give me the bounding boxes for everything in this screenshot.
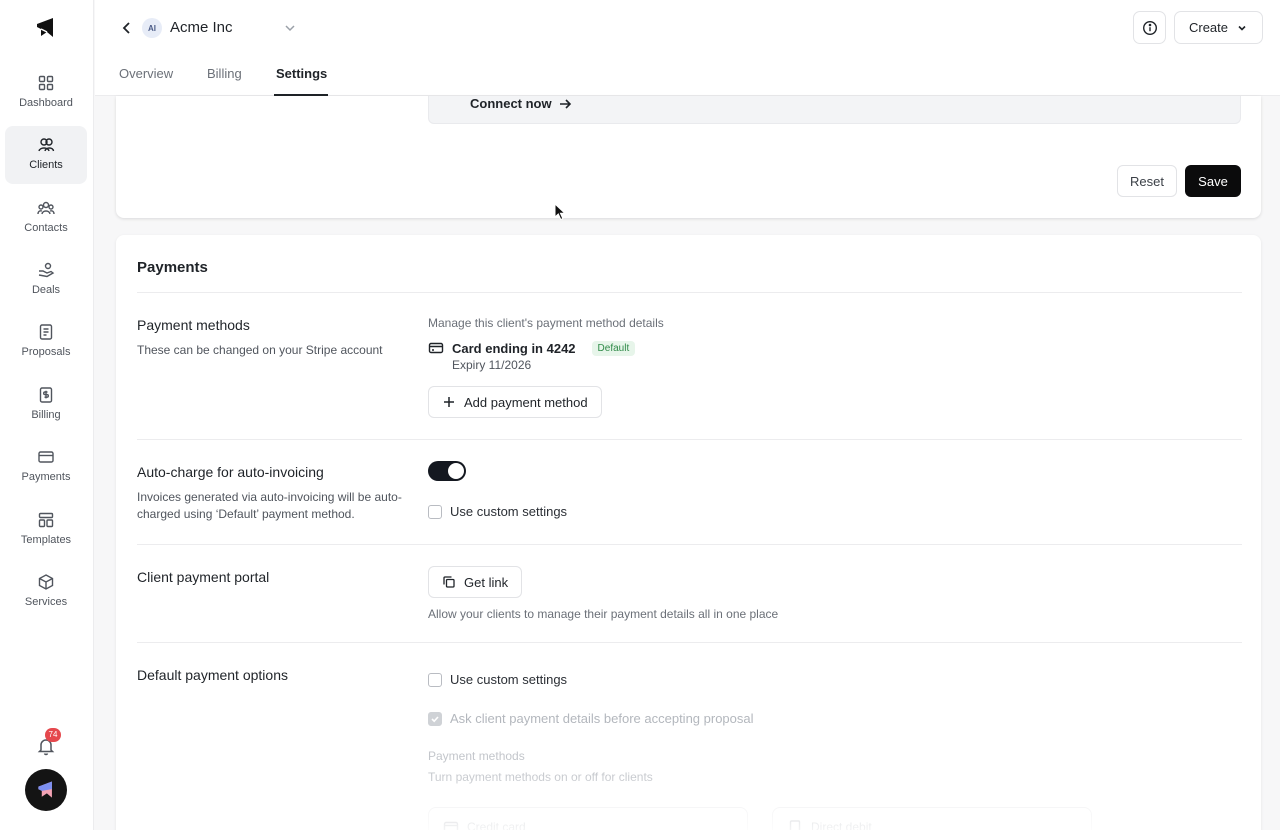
get-link-label: Get link [464,574,509,590]
sidebar-item-contacts[interactable]: Contacts [5,189,87,247]
ask-payment-details-option: Ask client payment details before accept… [428,711,754,726]
create-button-label: Create [1188,20,1229,35]
checkbox[interactable] [428,504,442,519]
connect-now-label: Connect now [470,96,552,111]
sidebar-item-payments[interactable]: Payments [5,438,87,496]
toggle-knob [448,463,464,479]
copy-icon [443,576,455,588]
templates-icon [38,512,54,528]
chevron-down-icon[interactable] [282,20,298,36]
payments-card: Payments Payment methods These can be ch… [116,235,1261,830]
autocharge-toggle[interactable] [428,461,466,481]
autocharge-custom-settings[interactable]: Use custom settings [428,504,567,519]
add-payment-method-label: Add payment method [464,394,588,410]
top-header: AI Acme Inc Create Overview Billing Sett… [95,0,1280,96]
sidebar-item-label: Clients [29,159,63,171]
deals-icon [38,262,55,278]
default-payment-options-label: Default payment options [137,667,288,683]
services-icon [38,574,54,590]
payment-methods-hint: Manage this client's payment method deta… [428,316,664,330]
sidebar-item-label: Templates [20,534,72,546]
checkbox-label: Ask client payment details before accept… [450,711,754,726]
create-button[interactable]: Create [1174,11,1263,44]
sidebar-item-templates[interactable]: Templates [5,501,87,559]
divider [137,439,1242,440]
user-avatar[interactable] [25,769,67,811]
sidebar-item-label: Payments [21,471,71,483]
plus-icon [444,397,454,407]
check-icon [431,715,439,722]
get-link-button[interactable]: Get link [428,566,523,598]
user-avatar-logo-icon [38,781,52,798]
tab-settings[interactable]: Settings [276,66,327,81]
credit-card-option[interactable]: Credit card [428,807,748,830]
autocharge-description: Invoices generated via auto-invoicing wi… [137,490,402,521]
checkbox-label: Use custom settings [450,672,568,687]
sidebar: Dashboard Clients Contacts Deals Proposa… [0,0,94,830]
sidebar-item-clients[interactable]: Clients [5,126,87,184]
connect-box: Connect now [428,96,1241,124]
divider [137,292,1242,293]
checkbox[interactable] [428,672,442,687]
bank-icon [789,820,801,830]
option-label: Credit card [467,820,526,830]
sidebar-item-label: Billing [31,409,61,421]
sidebar-item-label: Dashboard [19,97,73,109]
credit-card-icon [443,821,459,830]
section-title: Payments [137,259,208,276]
client-name[interactable]: Acme Inc [170,19,233,36]
payment-methods-subhint: Turn payment methods on or off for clien… [428,770,653,784]
tab-billing[interactable]: Billing [207,66,242,81]
sidebar-item-label: Contacts [24,222,68,234]
chevron-left-icon[interactable] [118,19,136,37]
saved-card-row: Card ending in 4242 Default [428,340,636,356]
save-button[interactable]: Save [1185,165,1241,197]
card-label: Card ending in 4242 [452,340,576,356]
direct-debit-option[interactable]: Direct debit [772,807,1092,830]
mouse-cursor-icon [554,203,566,221]
autocharge-label: Auto-charge for auto-invoicing [137,464,324,480]
dashboard-icon [38,75,54,91]
info-icon [1142,20,1157,35]
option-label: Direct debit [811,820,872,830]
divider [137,642,1242,643]
client-avatar: AI [142,18,162,38]
sidebar-item-services[interactable]: Services [5,563,87,621]
integration-card: Connect now Reset Save [116,96,1261,218]
payment-methods-description: These can be changed on your Stripe acco… [137,343,383,357]
notification-count-badge: 74 [45,728,61,742]
tab-overview[interactable]: Overview [119,66,173,81]
reset-button[interactable]: Reset [1117,165,1177,197]
billing-icon [39,387,53,403]
sidebar-item-label: Proposals [21,346,71,358]
sidebar-item-label: Deals [31,284,61,296]
sidebar-item-proposals[interactable]: Proposals [5,313,87,371]
sidebar-item-deals[interactable]: Deals [5,251,87,309]
chevron-down-icon [1238,25,1246,31]
proposals-icon [39,324,53,340]
sidebar-item-billing[interactable]: Billing [5,376,87,434]
app-logo-icon[interactable] [33,15,59,41]
info-button[interactable] [1133,11,1166,44]
add-payment-method-button[interactable]: Add payment method [428,386,602,418]
clients-icon [38,138,55,152]
payment-portal-hint: Allow your clients to manage their payme… [428,607,779,621]
divider [137,544,1242,545]
payment-methods-label: Payment methods [137,317,250,333]
sidebar-item-label: Services [24,596,68,608]
connect-now-link[interactable]: Connect now [470,96,572,111]
card-expiry: Expiry 11/2026 [452,358,532,372]
payments-icon [38,451,54,463]
sidebar-item-dashboard[interactable]: Dashboard [5,64,87,122]
default-badge: Default [591,340,636,356]
contacts-icon [37,201,55,215]
checkbox-label: Use custom settings [450,504,568,519]
payment-portal-label: Client payment portal [137,569,270,585]
payment-methods-subheading: Payment methods [428,749,525,763]
arrow-right-icon [559,98,571,109]
default-options-custom-settings[interactable]: Use custom settings [428,672,567,687]
credit-card-icon [428,342,444,354]
checkbox-checked-disabled [428,711,442,726]
